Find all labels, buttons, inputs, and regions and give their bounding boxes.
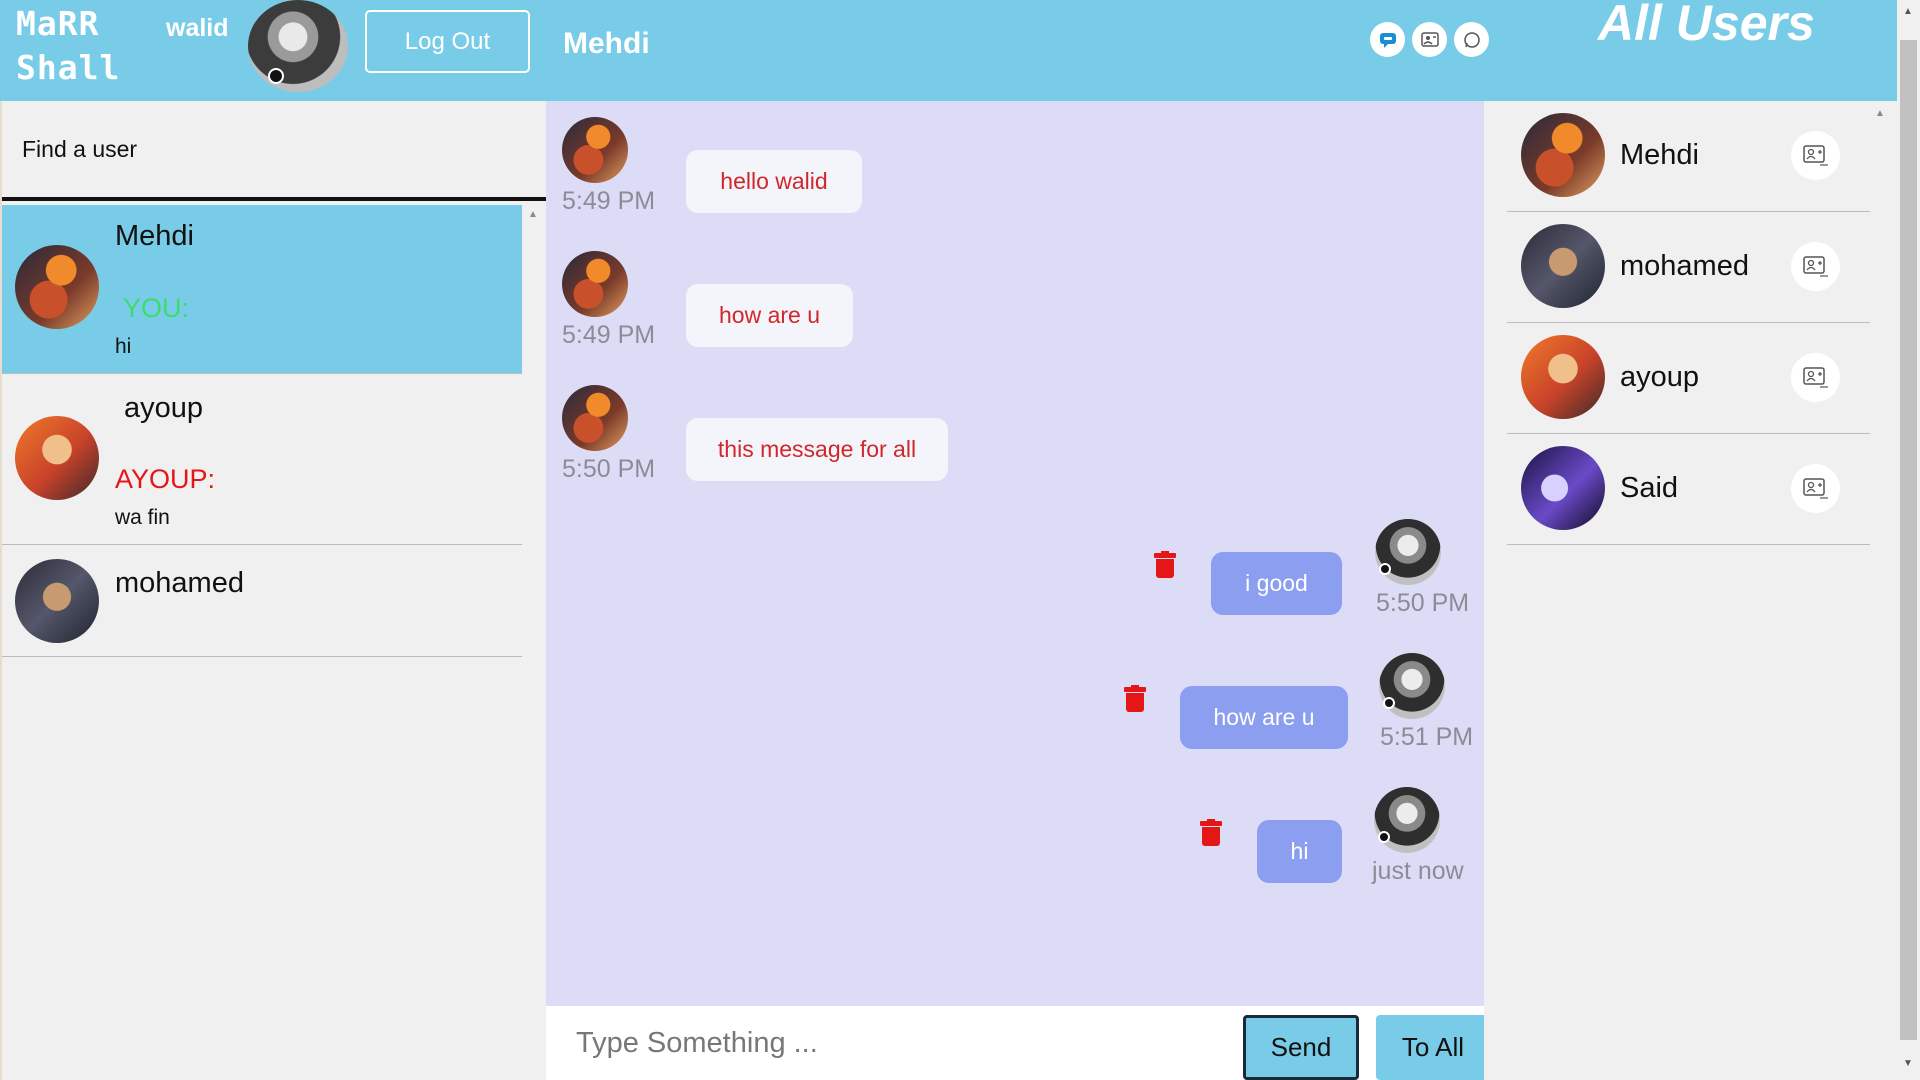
user-name: Mehdi	[1620, 139, 1699, 171]
my-avatar	[1379, 653, 1445, 719]
conversation-sender: AYOUP:	[115, 464, 216, 494]
whatsapp-icon[interactable]	[1454, 22, 1489, 57]
page-scrollbar[interactable]: ▲ ▼	[1897, 0, 1920, 1080]
add-contact-icon[interactable]	[1791, 353, 1840, 402]
message-bubble: hello walid	[686, 150, 862, 213]
avatar	[1521, 335, 1605, 419]
status-dot	[268, 68, 284, 84]
avatar	[15, 559, 99, 643]
my-avatar	[1375, 519, 1441, 585]
find-user-search[interactable]: Find a user	[2, 101, 548, 201]
current-user-avatar[interactable]	[248, 0, 348, 92]
brand-line-1: MaRR	[16, 4, 100, 43]
scrollbar-thumb[interactable]	[1900, 40, 1917, 1040]
message-bubble: how are u	[1180, 686, 1348, 749]
contact-card-icon[interactable]	[1412, 22, 1447, 57]
avatar	[15, 416, 99, 500]
active-chat-title: Mehdi	[563, 27, 650, 60]
message-bubble: how are u	[686, 284, 853, 347]
current-username: walid	[166, 14, 229, 42]
chat-bubble-icon[interactable]	[1370, 22, 1405, 57]
status-dot	[1378, 831, 1390, 843]
message-bubble: hi	[1257, 820, 1342, 883]
status-dot	[1379, 563, 1391, 575]
delete-message-icon[interactable]	[1124, 685, 1146, 713]
all-users-heading: All Users	[1598, 0, 1815, 51]
conversation-name: Mehdi	[115, 220, 194, 252]
avatar	[1521, 113, 1605, 197]
brand-logo: MaRR Shall	[16, 2, 120, 90]
conversation-last-message: wa fin	[115, 506, 170, 529]
user-row-said[interactable]: Said	[1507, 434, 1870, 545]
logout-button[interactable]: Log Out	[365, 10, 530, 73]
sender-avatar	[562, 251, 628, 317]
conversation-sender: YOU:	[123, 293, 190, 323]
user-name: Said	[1620, 472, 1679, 504]
message-time: 5:50 PM	[562, 455, 656, 483]
avatar	[1521, 224, 1605, 308]
add-contact-icon[interactable]	[1791, 464, 1840, 513]
sidebar-scroll-up-icon[interactable]: ▲	[528, 209, 538, 220]
add-contact-icon[interactable]	[1791, 131, 1840, 180]
message-bubble: i good	[1211, 552, 1342, 615]
sender-avatar	[562, 385, 628, 451]
user-row-mohamed[interactable]: mohamed	[1507, 212, 1870, 323]
brand-line-2: Shall	[16, 48, 121, 87]
user-name: mohamed	[1620, 250, 1749, 282]
message-input[interactable]	[546, 1006, 1236, 1080]
top-header: MaRR Shall walid Log Out Mehdi All Users	[0, 0, 1897, 101]
send-button[interactable]: Send	[1243, 1015, 1359, 1080]
conversation-item-mohamed[interactable]: mohamed	[2, 545, 522, 657]
conversation-name: ayoup	[124, 392, 204, 424]
message-time: just now	[1372, 857, 1464, 885]
message-bubble: this message for all	[686, 418, 948, 481]
delete-message-icon[interactable]	[1200, 819, 1222, 847]
message-composer: Send To All	[546, 1006, 1506, 1080]
conversation-item-ayoup[interactable]: ayoup AYOUP: wa fin	[2, 374, 522, 545]
add-contact-icon[interactable]	[1791, 242, 1840, 291]
status-dot	[1383, 697, 1395, 709]
user-name: ayoup	[1620, 361, 1700, 393]
conversation-last-message: hi	[115, 335, 132, 358]
conversation-sidebar: Find a user ▲ Mehdi YOU: hi ayoup AYOUP:…	[0, 101, 548, 1080]
conversation-name: mohamed	[115, 567, 244, 599]
users-scroll-up-icon[interactable]: ▲	[1875, 108, 1885, 119]
message-time: 5:51 PM	[1380, 723, 1474, 751]
avatar	[15, 245, 99, 329]
all-users-panel: Mehdi mohamed ayoup Said	[1484, 101, 1897, 1080]
user-row-mehdi[interactable]: Mehdi	[1507, 101, 1870, 212]
avatar	[1521, 446, 1605, 530]
my-avatar	[1374, 787, 1440, 853]
header-icon-group	[1370, 22, 1489, 57]
message-time: 5:49 PM	[562, 321, 656, 349]
message-time: 5:50 PM	[1376, 589, 1470, 617]
conversation-item-mehdi[interactable]: Mehdi YOU: hi	[2, 205, 522, 374]
delete-message-icon[interactable]	[1154, 551, 1176, 579]
sender-avatar	[562, 117, 628, 183]
scroll-down-arrow-icon[interactable]: ▼	[1903, 1058, 1913, 1069]
message-time: 5:49 PM	[562, 187, 656, 215]
conversation-list: Mehdi YOU: hi ayoup AYOUP: wa fin mohame…	[2, 205, 524, 1080]
user-row-ayoup[interactable]: ayoup	[1507, 323, 1870, 434]
scroll-up-arrow-icon[interactable]: ▲	[1903, 6, 1913, 17]
send-to-all-button[interactable]: To All	[1376, 1015, 1490, 1080]
message-thread: 5:49 PM hello walid 5:49 PM how are u 5:…	[546, 101, 1484, 1006]
